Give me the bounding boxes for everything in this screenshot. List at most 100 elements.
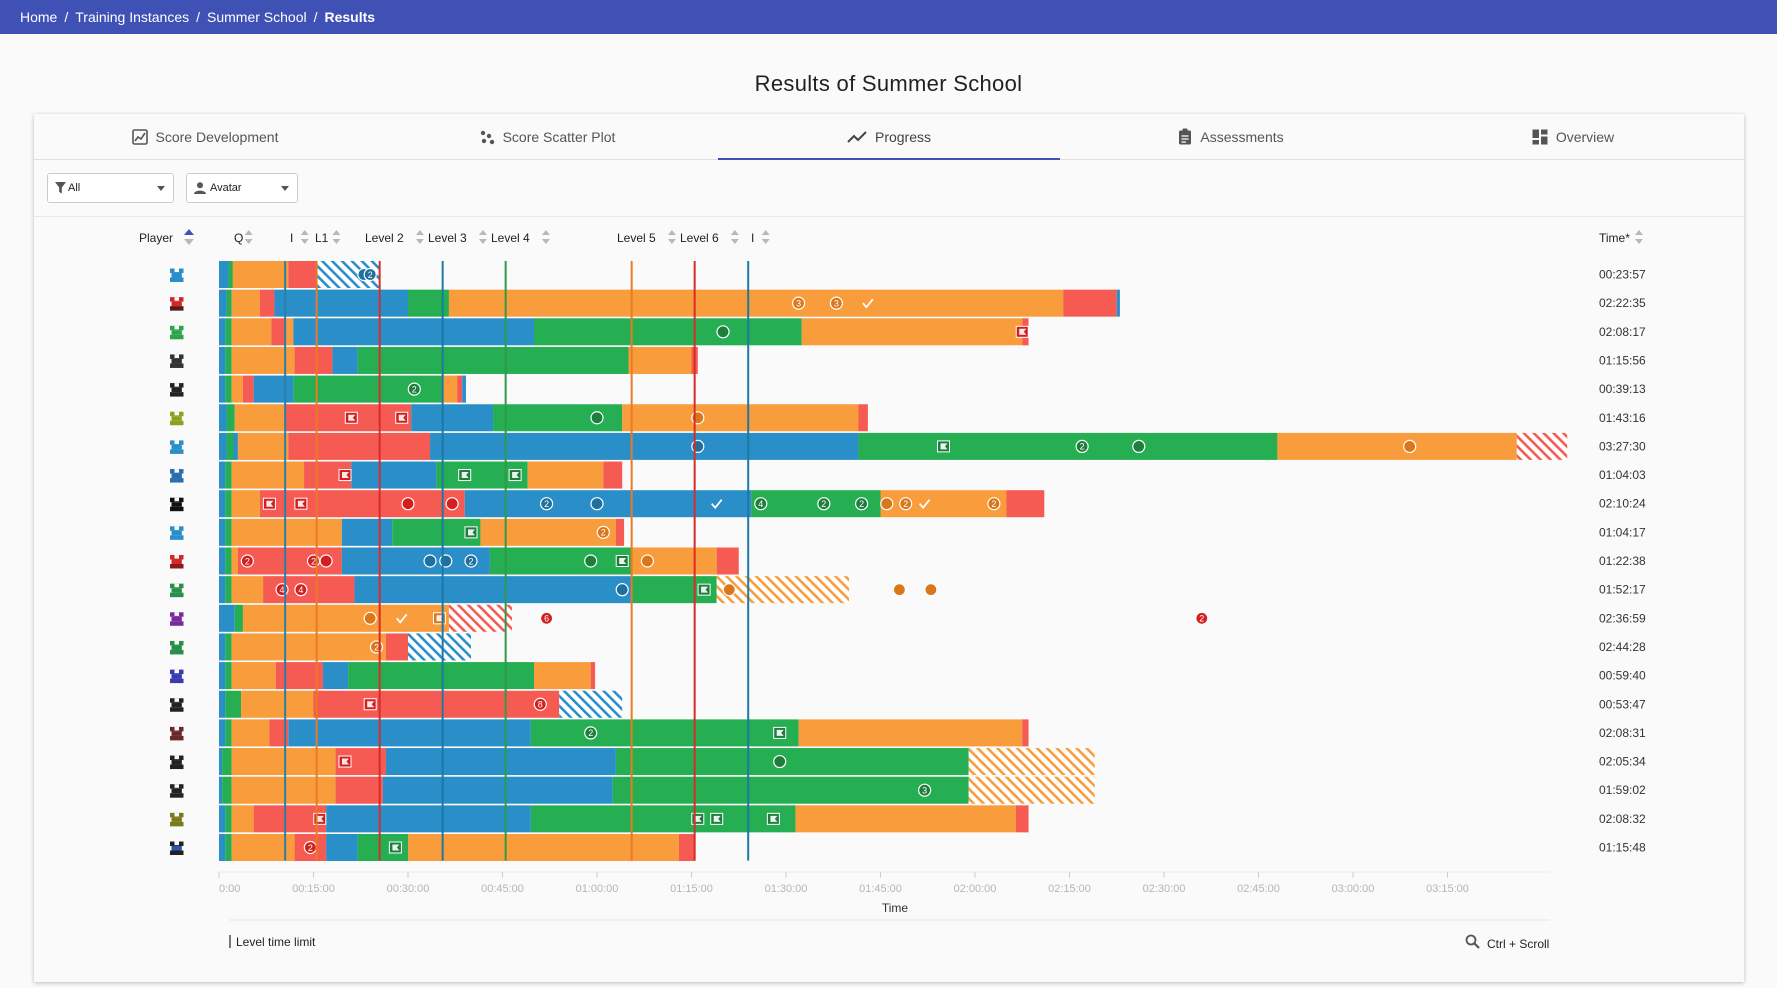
- level-segment[interactable]: [259, 490, 465, 518]
- level-segment[interactable]: [385, 748, 616, 776]
- level-segment[interactable]: [234, 404, 286, 432]
- level-segment[interactable]: [219, 289, 227, 317]
- flag-icon[interactable]: [363, 698, 377, 711]
- event-marker[interactable]: 8: [533, 697, 547, 711]
- level-segment[interactable]: [225, 490, 232, 518]
- level-segment[interactable]: [293, 318, 534, 346]
- player-row[interactable]: 3 3 02:22:35: [170, 289, 1646, 317]
- level-segment[interactable]: [968, 748, 1095, 776]
- column-header-time[interactable]: Time*: [1599, 231, 1630, 245]
- event-marker[interactable]: 6: [539, 611, 554, 625]
- level-segment[interactable]: [448, 604, 512, 632]
- player-row[interactable]: 8 00:53:47: [170, 690, 1646, 718]
- event-marker[interactable]: [722, 583, 736, 597]
- flag-icon[interactable]: [388, 841, 402, 854]
- event-marker[interactable]: [924, 583, 938, 597]
- level-segment[interactable]: [225, 633, 232, 661]
- level-segment[interactable]: [408, 633, 471, 661]
- level-segment[interactable]: [612, 776, 969, 804]
- event-marker[interactable]: 2: [817, 497, 831, 511]
- flag-icon[interactable]: [433, 612, 446, 625]
- level-segment[interactable]: [442, 375, 458, 403]
- level-segment[interactable]: [225, 662, 232, 690]
- level-segment[interactable]: [382, 776, 613, 804]
- player-row[interactable]: 00:59:40: [170, 662, 1646, 690]
- level-segment[interactable]: [219, 261, 229, 288]
- event-marker[interactable]: [584, 554, 598, 568]
- level-segment[interactable]: [259, 289, 275, 317]
- column-header-level[interactable]: I: [290, 231, 293, 245]
- level-segment[interactable]: [457, 375, 463, 403]
- level-segment[interactable]: [385, 633, 408, 661]
- event-marker[interactable]: [1403, 439, 1417, 453]
- column-header-level[interactable]: Level 3: [428, 231, 467, 245]
- player-row[interactable]: 2 2 2 01:22:38: [170, 547, 1646, 575]
- flag-icon[interactable]: [691, 812, 705, 825]
- level-segment[interactable]: [274, 289, 408, 317]
- event-marker[interactable]: [691, 439, 705, 453]
- level-segment[interactable]: [1063, 289, 1117, 317]
- column-header-level[interactable]: Level 2: [365, 231, 404, 245]
- event-marker[interactable]: [445, 497, 459, 511]
- flag-icon[interactable]: [338, 755, 352, 768]
- event-marker[interactable]: [590, 497, 604, 511]
- level-segment[interactable]: [294, 346, 333, 374]
- event-marker[interactable]: 2: [464, 554, 478, 568]
- level-segment[interactable]: [288, 432, 431, 460]
- level-segment[interactable]: [231, 547, 238, 575]
- level-segment[interactable]: [231, 776, 336, 804]
- level-segment[interactable]: [219, 662, 226, 690]
- level-segment[interactable]: [231, 805, 254, 833]
- level-segment[interactable]: [219, 461, 226, 489]
- level-segment[interactable]: [288, 261, 317, 288]
- player-row[interactable]: 2 03:27:30: [170, 432, 1646, 460]
- level-segment[interactable]: [1277, 432, 1517, 460]
- column-header-player[interactable]: Player: [139, 231, 173, 245]
- event-marker[interactable]: 2: [584, 726, 598, 740]
- level-segment[interactable]: [858, 404, 868, 432]
- event-marker[interactable]: 3: [791, 296, 806, 310]
- flag-icon[interactable]: [766, 812, 780, 825]
- level-segment[interactable]: [1516, 432, 1568, 460]
- level-segment[interactable]: [219, 748, 223, 776]
- level-segment[interactable]: [716, 576, 849, 604]
- event-marker[interactable]: [439, 554, 453, 568]
- player-row[interactable]: 01:43:16: [170, 404, 1646, 432]
- level-segment[interactable]: [222, 748, 232, 776]
- level-segment[interactable]: [1015, 805, 1029, 833]
- level-segment[interactable]: [322, 662, 349, 690]
- level-segment[interactable]: [219, 490, 226, 518]
- level-segment[interactable]: [225, 518, 232, 546]
- level-segment[interactable]: [527, 461, 604, 489]
- level-segment[interactable]: [231, 662, 276, 690]
- level-segment[interactable]: [233, 432, 238, 460]
- level-segment[interactable]: [225, 805, 232, 833]
- level-segment[interactable]: [242, 604, 449, 632]
- flag-icon[interactable]: [262, 497, 276, 510]
- level-segment[interactable]: [615, 748, 969, 776]
- column-header-level[interactable]: Q: [234, 231, 243, 245]
- level-segment[interactable]: [628, 346, 692, 374]
- player-row[interactable]: 2 01:04:17: [170, 518, 1646, 546]
- level-segment[interactable]: [341, 518, 393, 546]
- level-segment[interactable]: [222, 776, 232, 804]
- event-marker[interactable]: 2: [407, 382, 421, 396]
- level-segment[interactable]: [480, 518, 616, 546]
- event-marker[interactable]: [423, 554, 437, 568]
- level-segment[interactable]: [225, 719, 232, 747]
- level-segment[interactable]: [225, 834, 232, 861]
- player-row[interactable]: 2 02:44:28: [170, 633, 1646, 661]
- level-segment[interactable]: [285, 318, 294, 346]
- flag-icon[interactable]: [458, 469, 472, 482]
- flag-icon[interactable]: [508, 469, 522, 482]
- level-segment[interactable]: [464, 490, 752, 518]
- flag-icon[interactable]: [338, 469, 352, 482]
- level-segment[interactable]: [219, 690, 226, 718]
- event-marker[interactable]: 4: [294, 583, 308, 597]
- level-segment[interactable]: [271, 318, 286, 346]
- player-row[interactable]: 02:08:32: [170, 805, 1646, 833]
- flag-icon[interactable]: [344, 411, 358, 424]
- level-segment[interactable]: [219, 404, 227, 432]
- event-marker[interactable]: 3: [829, 296, 844, 310]
- level-segment[interactable]: [1022, 719, 1029, 747]
